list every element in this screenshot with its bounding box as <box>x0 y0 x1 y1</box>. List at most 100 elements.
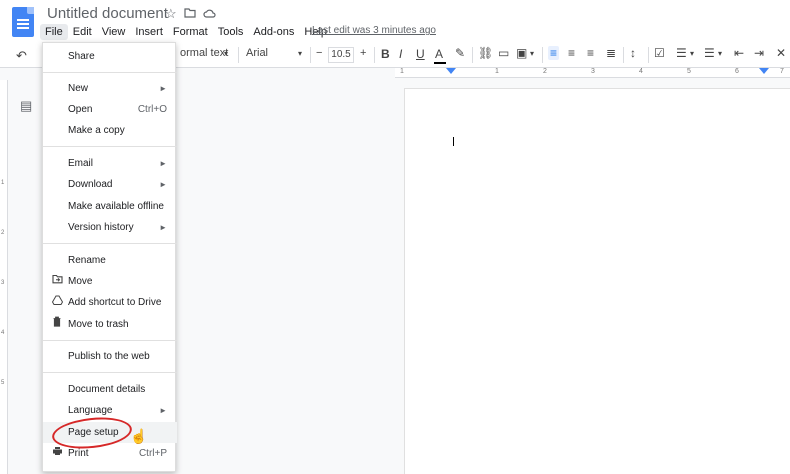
numbered-list-icon[interactable]: ☰ <box>704 46 715 60</box>
star-icon[interactable]: ☆ <box>165 6 177 22</box>
menu-item-label: Make available offline <box>68 201 164 212</box>
menu-item-label: Email <box>68 158 94 169</box>
undo-icon[interactable]: ↶ <box>16 48 27 64</box>
menu-item-label: Download <box>68 179 113 190</box>
ruler-number: 5 <box>1 380 5 386</box>
vertical-ruler: 1 2 3 4 5 <box>0 80 8 474</box>
text-color-swatch <box>434 62 446 64</box>
document-page[interactable] <box>404 88 790 474</box>
increase-indent-icon[interactable]: ⇥ <box>754 46 764 60</box>
checklist-icon[interactable]: ☑ <box>654 46 665 60</box>
print-icon <box>51 443 63 464</box>
menu-view[interactable]: View <box>97 24 131 40</box>
chevron-down-icon[interactable]: ▾ <box>224 49 228 58</box>
decrease-font-size-button[interactable]: − <box>316 47 322 59</box>
menu-item-offline[interactable]: Make available offline <box>43 196 177 217</box>
text-color-button[interactable]: A <box>435 47 443 61</box>
horizontal-ruler[interactable]: 1 1 2 3 4 5 6 7 <box>395 68 790 78</box>
submenu-arrow-icon: ► <box>159 180 167 189</box>
menu-insert[interactable]: Insert <box>130 24 168 40</box>
menu-item-add-shortcut[interactable]: Add shortcut to Drive <box>43 292 177 313</box>
menu-item-email[interactable]: Email ► <box>43 153 177 174</box>
ruler-number: 4 <box>639 68 643 75</box>
title-bar: Untitled document ☆ File Edit View Inser… <box>0 0 790 42</box>
ruler-number: 4 <box>1 330 5 336</box>
align-right-icon[interactable]: ≡ <box>587 46 594 60</box>
align-justify-icon[interactable]: ≣ <box>606 46 616 60</box>
ruler-number: 3 <box>591 68 595 75</box>
menu-edit[interactable]: Edit <box>68 24 97 40</box>
bold-button[interactable]: B <box>381 47 390 61</box>
submenu-arrow-icon: ► <box>159 223 167 232</box>
menu-item-share[interactable]: Share <box>43 46 177 67</box>
menu-item-label: New <box>68 83 89 94</box>
submenu-arrow-icon: ► <box>159 406 167 415</box>
right-indent-marker[interactable] <box>759 68 769 74</box>
ruler-number: 3 <box>1 280 5 286</box>
ruler-number: 6 <box>735 68 739 75</box>
align-left-icon[interactable]: ≡ <box>548 46 560 60</box>
ruler-number: 2 <box>543 68 547 75</box>
menu-format[interactable]: Format <box>168 24 213 40</box>
ruler-number: 1 <box>495 68 499 75</box>
insert-image-icon[interactable]: ▣ <box>516 46 527 60</box>
docs-logo-icon[interactable] <box>12 7 34 37</box>
menu-item-new[interactable]: New ► <box>43 78 177 99</box>
menu-item-label: Open <box>68 104 93 115</box>
ruler-number: 5 <box>687 68 691 75</box>
menu-bar: File Edit View Insert Format Tools Add-o… <box>40 24 332 40</box>
bulleted-list-icon[interactable]: ☰ <box>676 46 687 60</box>
menu-item-version-history[interactable]: Version history ► <box>43 217 177 238</box>
cloud-status-icon[interactable] <box>203 6 216 21</box>
left-indent-marker[interactable] <box>446 68 456 74</box>
font-family-dropdown[interactable]: Arial <box>246 47 268 59</box>
ruler-number: 1 <box>1 180 5 186</box>
menu-item-open[interactable]: Open Ctrl+O <box>43 99 177 120</box>
document-outline-icon[interactable]: ▤ <box>20 98 32 114</box>
chevron-down-icon[interactable]: ▾ <box>530 49 534 58</box>
increase-font-size-button[interactable]: + <box>360 47 366 59</box>
menu-item-make-copy[interactable]: Make a copy <box>43 120 177 141</box>
menu-item-move[interactable]: Move <box>43 271 177 292</box>
align-center-icon[interactable]: ≡ <box>568 46 575 60</box>
shortcut-label: Ctrl+O <box>137 104 167 115</box>
hand-pointer-icon: ☝ <box>130 428 148 444</box>
menu-item-trash[interactable]: Move to trash <box>43 314 177 335</box>
submenu-arrow-icon: ► <box>159 84 167 93</box>
menu-item-download[interactable]: Download ► <box>43 174 177 195</box>
add-comment-icon[interactable]: ▭ <box>498 46 509 60</box>
line-spacing-icon[interactable]: ↕ <box>630 46 636 60</box>
shortcut-label: Ctrl+P <box>138 448 167 459</box>
menu-item-label: Add shortcut to Drive <box>68 297 162 308</box>
menu-item-label: Version history <box>68 222 134 233</box>
chevron-down-icon[interactable]: ▾ <box>718 49 722 58</box>
chevron-down-icon[interactable]: ▾ <box>298 49 302 58</box>
chevron-down-icon[interactable]: ▾ <box>690 49 694 58</box>
menu-tools[interactable]: Tools <box>213 24 249 40</box>
document-title[interactable]: Untitled document <box>47 5 168 22</box>
menu-item-label: Share <box>68 51 95 62</box>
move-folder-icon[interactable] <box>184 6 196 21</box>
submenu-arrow-icon: ► <box>159 159 167 168</box>
ruler-number: 7 <box>780 68 784 75</box>
file-menu: Share New ► Open Ctrl+O Make a copy Emai… <box>42 42 177 472</box>
paragraph-style-dropdown[interactable]: ormal text <box>180 47 228 59</box>
font-size-input[interactable]: 10.5 <box>328 47 354 63</box>
insert-link-icon[interactable]: ⛓ <box>478 46 493 60</box>
clear-formatting-icon[interactable]: ✕ <box>776 46 786 60</box>
drive-shortcut-icon <box>51 292 63 313</box>
text-cursor <box>453 137 454 146</box>
menu-item-document-details[interactable]: Document details <box>43 379 177 400</box>
italic-button[interactable]: I <box>399 47 402 61</box>
menu-addons[interactable]: Add-ons <box>248 24 299 40</box>
underline-button[interactable]: U <box>416 47 425 61</box>
menu-item-publish[interactable]: Publish to the web <box>43 346 177 367</box>
trash-icon <box>51 314 63 335</box>
highlight-pen-icon[interactable]: ✎ <box>455 46 465 60</box>
last-edit-link[interactable]: Last edit was 3 minutes ago <box>312 25 436 36</box>
decrease-indent-icon[interactable]: ⇤ <box>734 46 744 60</box>
menu-file[interactable]: File <box>40 24 68 40</box>
move-folder-icon <box>51 271 63 292</box>
menu-item-label: Publish to the web <box>68 351 150 362</box>
menu-item-rename[interactable]: Rename <box>43 250 177 271</box>
